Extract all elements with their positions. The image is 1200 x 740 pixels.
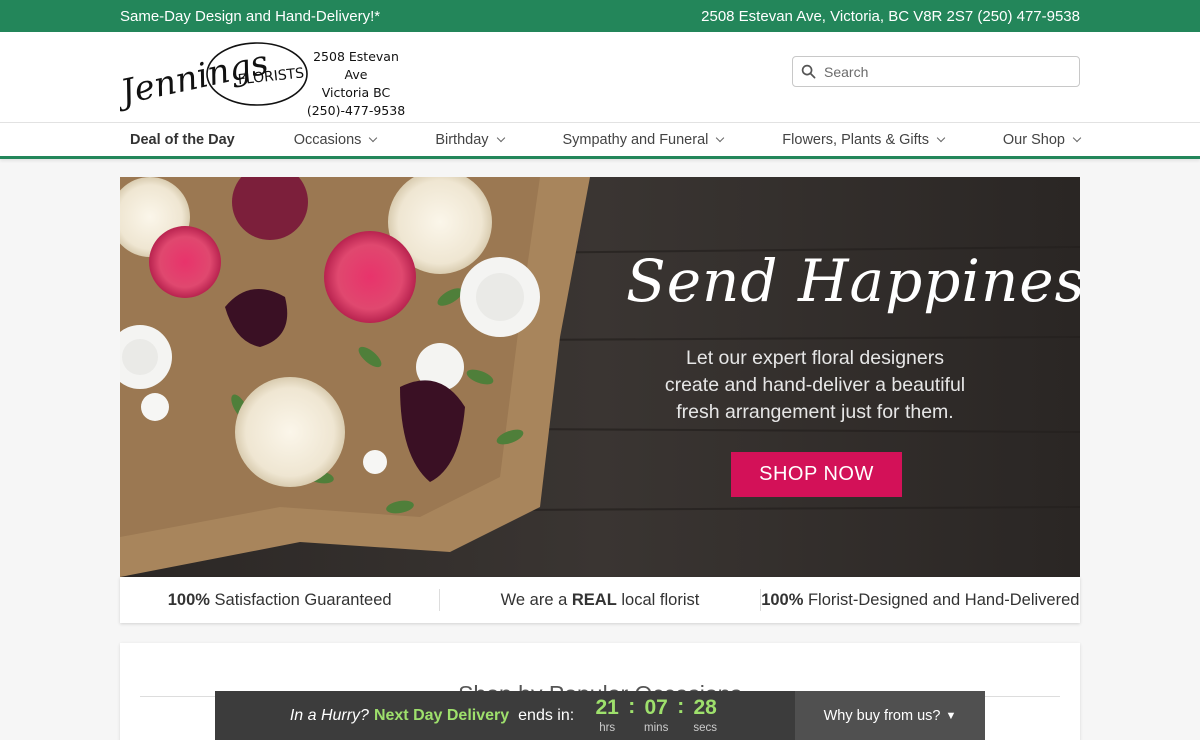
address-line-city: Victoria BC (321, 85, 391, 100)
nav-our-shop[interactable]: Our Shop (1003, 132, 1082, 148)
hero-text-line: fresh arrangement just for them. (676, 401, 954, 423)
top-announcement-bar: Same-Day Design and Hand-Delivery!* 2508… (0, 0, 1200, 32)
trust-satisfaction: 100% Satisfaction Guaranteed (167, 590, 392, 609)
why-buy-label: Why buy from us? (823, 707, 941, 724)
address-line-street: 2508 Estevan Ave (313, 49, 399, 82)
nav-birthday[interactable]: Birthday (435, 132, 505, 148)
next-day-delivery-label: Next Day Delivery (373, 706, 510, 724)
caret-down-icon: ▼ (945, 709, 957, 722)
hours-value: 21 (595, 696, 619, 719)
hero-title: Send Happiness (626, 247, 1080, 315)
chevron-down-icon (936, 133, 946, 142)
seconds-label: secs (693, 722, 718, 734)
delivery-countdown-bar: In a Hurry? Next Day Delivery ends in: 2… (215, 691, 985, 740)
header-address: 2508 Estevan Ave Victoria BC (250)-477-9… (302, 48, 410, 120)
nav-sympathy-funeral[interactable]: Sympathy and Funeral (562, 132, 725, 148)
hero-banner[interactable]: Send Happiness Let our expert floral des… (120, 177, 1080, 577)
store-contact-text[interactable]: 2508 Estevan Ave, Victoria, BC V8R 2S7 (… (701, 8, 1080, 25)
trust-bar: 100% Satisfaction Guaranteed We are a RE… (120, 577, 1080, 623)
hero-text-line: Let our expert floral designers (686, 347, 944, 369)
chevron-down-icon (716, 133, 725, 142)
seconds-value: 28 (693, 696, 717, 719)
address-line-phone: (250)-477-9538 (306, 103, 406, 118)
nav-deal-of-the-day[interactable]: Deal of the Day (130, 132, 235, 148)
countdown-colon: : (677, 695, 685, 718)
countdown-seconds: 28 secs (690, 696, 720, 735)
trust-local-florist: We are a REAL local florist (500, 590, 700, 609)
search-icon (801, 64, 816, 79)
countdown-colon: : (628, 695, 636, 718)
chevron-down-icon (496, 133, 505, 142)
minutes-value: 07 (644, 696, 668, 719)
hours-label: hrs (599, 722, 616, 734)
main-nav: Deal of the Day Occasions Birthday Sympa… (0, 122, 1200, 159)
hero-text-line: create and hand-deliver a beautiful (664, 374, 966, 396)
site-header: Jennings FLORISTS 2508 Estevan Ave Victo… (0, 32, 1200, 122)
shop-now-button[interactable]: SHOP NOW (731, 452, 902, 497)
countdown-minutes: 07 mins (641, 696, 671, 735)
trust-hand-delivered: 100% Florist-Designed and Hand-Delivered (761, 590, 1080, 609)
chevron-down-icon (1072, 133, 1082, 142)
why-buy-from-us-button[interactable]: Why buy from us? ▼ (795, 691, 985, 740)
countdown-hours: 21 hrs (592, 696, 622, 735)
hero-description: Let our expert floral designers create a… (630, 345, 1000, 426)
minutes-label: mins (644, 722, 669, 734)
search-input[interactable] (824, 63, 1064, 80)
nav-occasions[interactable]: Occasions (294, 132, 378, 148)
chevron-down-icon (369, 133, 378, 142)
hurry-prefix: In a Hurry? (289, 706, 369, 724)
countdown-timer: 21 hrs : 07 mins : 28 secs (592, 695, 720, 735)
promo-text: Same-Day Design and Hand-Delivery!* (120, 7, 381, 25)
hurry-suffix: ends in: (518, 706, 575, 724)
search-box[interactable] (792, 56, 1080, 87)
countdown-message: In a Hurry? Next Day Delivery ends in: 2… (215, 695, 795, 735)
nav-flowers-plants-gifts[interactable]: Flowers, Plants & Gifts (782, 132, 946, 148)
